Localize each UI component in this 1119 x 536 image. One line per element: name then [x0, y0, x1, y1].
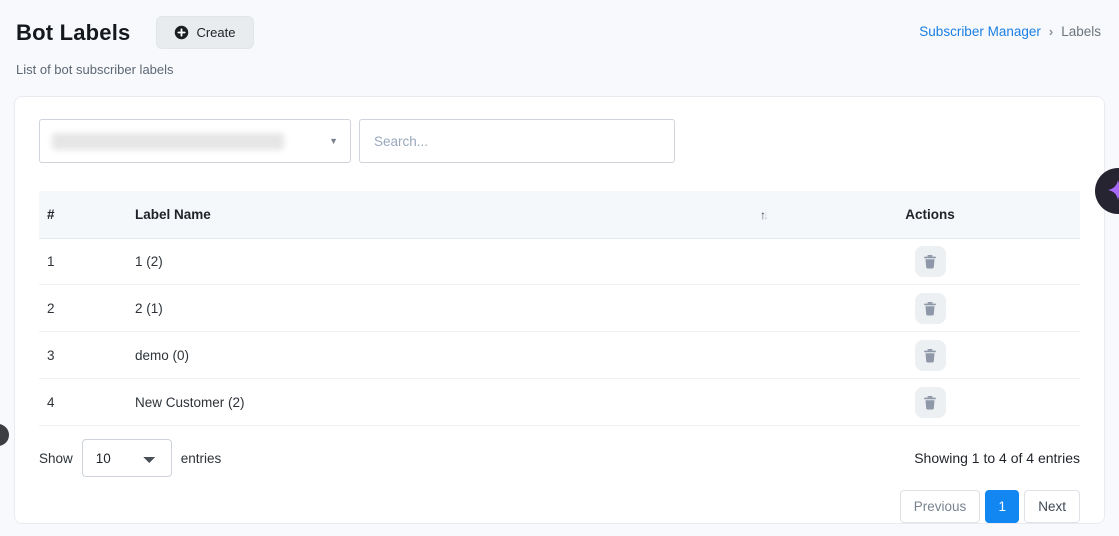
trash-icon	[923, 348, 937, 363]
sort-icon[interactable]: ↑↓	[760, 208, 766, 222]
entries-label: entries	[181, 451, 222, 466]
show-label: Show	[39, 451, 73, 466]
bot-labels-page: Bot Labels Create Subscriber Manager › L…	[0, 0, 1119, 536]
bot-select-redacted-value	[52, 133, 284, 150]
create-button[interactable]: Create	[156, 16, 253, 49]
column-header-label-text: Label Name	[135, 207, 211, 222]
delete-label-button[interactable]	[915, 387, 946, 418]
table-row: 3 demo (0)	[39, 332, 1080, 379]
row-index: 3	[39, 348, 127, 363]
previous-page-button[interactable]: Previous	[900, 490, 981, 523]
current-page-button[interactable]: 1	[985, 490, 1019, 523]
sparkle-icon	[1107, 179, 1119, 204]
row-label: demo (0)	[135, 348, 189, 363]
table-body: 1 1 (2) 2 2 (1)	[39, 238, 1080, 426]
page-subtitle: List of bot subscriber labels	[16, 62, 174, 77]
row-index: 4	[39, 395, 127, 410]
column-header-label[interactable]: Label Name ↑↓	[127, 207, 780, 222]
table-footer: Show 10 entries Showing 1 to 4 of 4 entr…	[39, 439, 1080, 477]
create-button-label: Create	[196, 25, 235, 40]
breadcrumb: Subscriber Manager › Labels	[919, 24, 1101, 39]
row-label: 1 (2)	[135, 254, 163, 269]
table-controls: ▼	[39, 119, 1080, 163]
bot-select-dropdown[interactable]: ▼	[39, 119, 351, 163]
pagination: Previous 1 Next	[39, 490, 1080, 523]
breadcrumb-separator-icon: ›	[1049, 24, 1053, 39]
page-size-select[interactable]: 10	[82, 439, 172, 477]
row-label: 2 (1)	[135, 301, 163, 316]
trash-icon	[923, 301, 937, 316]
table-header-row: # Label Name ↑↓ Actions	[39, 191, 1080, 238]
table-row: 1 1 (2)	[39, 238, 1080, 285]
chevron-down-icon: ▼	[329, 136, 338, 146]
breadcrumb-labels: Labels	[1061, 24, 1101, 39]
delete-label-button[interactable]	[915, 340, 946, 371]
labels-card: ▼ # Label Name ↑↓ Actions 1 1 (2)	[14, 96, 1105, 524]
next-page-button[interactable]: Next	[1024, 490, 1080, 523]
row-index: 2	[39, 301, 127, 316]
column-header-index: #	[39, 207, 127, 222]
delete-label-button[interactable]	[915, 246, 946, 277]
trash-icon	[923, 395, 937, 410]
row-index: 1	[39, 254, 127, 269]
delete-label-button[interactable]	[915, 293, 946, 324]
column-header-actions: Actions	[780, 207, 1080, 222]
breadcrumb-subscriber-manager[interactable]: Subscriber Manager	[919, 24, 1041, 39]
show-entries: Show 10 entries	[39, 439, 221, 477]
trash-icon	[923, 254, 937, 269]
page-title: Bot Labels	[16, 20, 130, 46]
search-input[interactable]	[359, 119, 675, 163]
page-header: Bot Labels Create	[16, 16, 254, 49]
showing-summary: Showing 1 to 4 of 4 entries	[914, 450, 1080, 466]
labels-table: # Label Name ↑↓ Actions 1 1 (2)	[39, 191, 1080, 426]
row-label: New Customer (2)	[135, 395, 245, 410]
table-row: 2 2 (1)	[39, 285, 1080, 332]
plus-circle-icon	[174, 25, 189, 40]
table-row: 4 New Customer (2)	[39, 379, 1080, 426]
edge-widget-dot[interactable]	[0, 424, 9, 446]
